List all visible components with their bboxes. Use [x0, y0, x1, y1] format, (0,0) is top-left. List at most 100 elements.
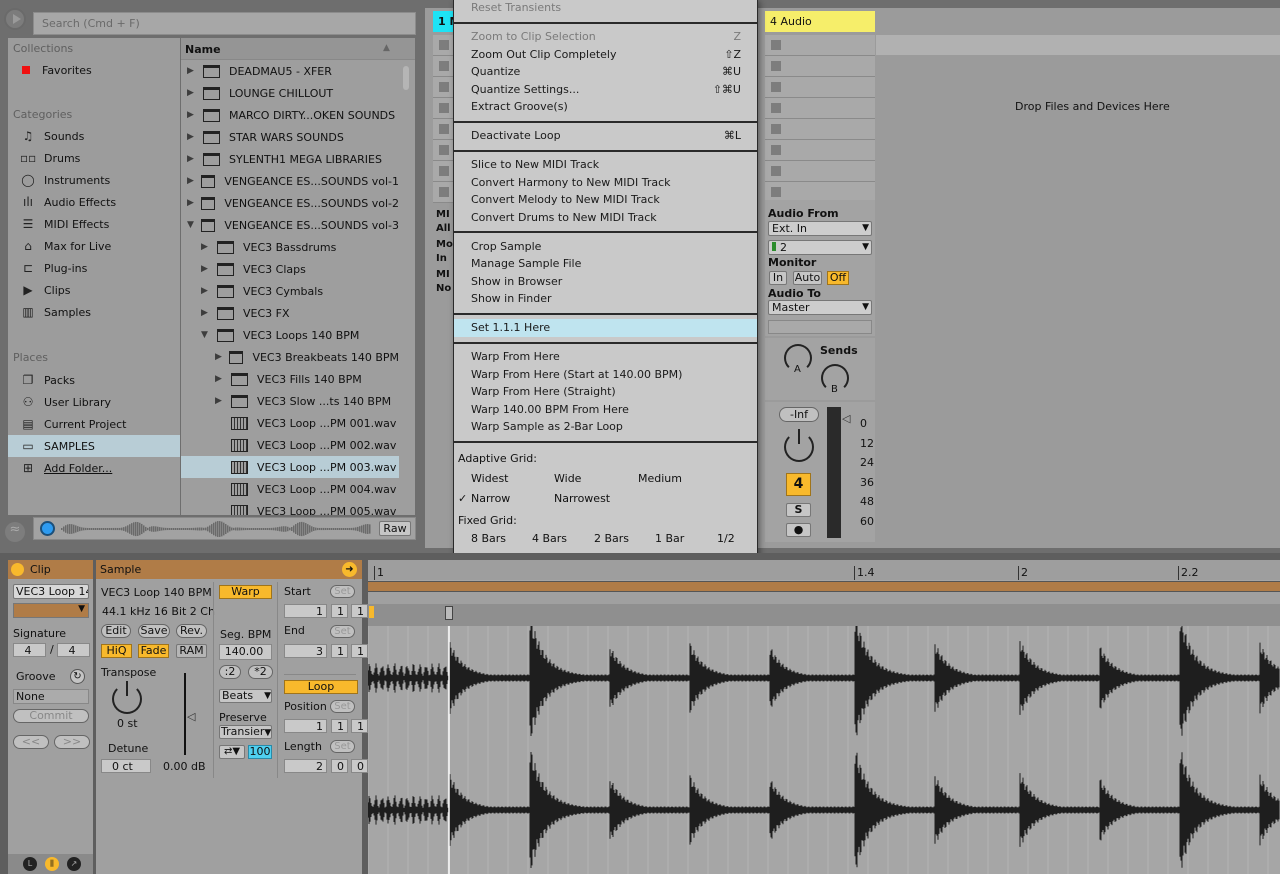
clip-stop-icon[interactable]: [439, 166, 449, 176]
grid-option[interactable]: Widest: [471, 469, 509, 489]
track-activator-button[interactable]: 4: [786, 473, 811, 496]
pos-field-2[interactable]: 1: [351, 719, 368, 733]
clip-slot[interactable]: [765, 56, 875, 77]
expand-icon[interactable]: ▶: [187, 66, 199, 76]
sidebar-item-plug-ins[interactable]: ⊏ Plug-ins: [8, 257, 116, 279]
clip-slot[interactable]: [765, 140, 875, 161]
sidebar-item-user-library[interactable]: ⚇ User Library: [8, 391, 180, 413]
collapse-icon[interactable]: ▼: [187, 220, 197, 230]
volume-slider-handle[interactable]: ◁: [842, 412, 850, 425]
length-set-button[interactable]: Set: [330, 740, 355, 753]
monitor-off-button[interactable]: Off: [827, 271, 849, 285]
menu-item-slice-to-new-midi-track[interactable]: Slice to New MIDI Track: [454, 156, 757, 174]
browser-toggle-button[interactable]: [4, 8, 26, 30]
audio-from-select[interactable]: Ext. In ▼: [768, 221, 872, 236]
folder-item[interactable]: ▶ VEC3 Fills 140 BPM: [181, 368, 399, 390]
clip-slot[interactable]: [765, 35, 875, 56]
warp-mode-select[interactable]: Beats ▼: [219, 689, 272, 703]
folder-item[interactable]: ▶ VEC3 Cymbals: [181, 280, 399, 302]
clip-stop-icon[interactable]: [439, 82, 449, 92]
menu-item-warp-from-here-straight[interactable]: Warp From Here (Straight): [454, 383, 757, 401]
headphones-icon[interactable]: [40, 521, 55, 536]
reverse-button[interactable]: Rev.: [176, 624, 207, 638]
gain-slider[interactable]: [184, 673, 186, 755]
menu-item-convert-harmony-to-new-midi-track[interactable]: Convert Harmony to New MIDI Track: [454, 174, 757, 192]
menu-item-set-1-1-1-here[interactable]: Set 1.1.1 Here: [454, 319, 757, 337]
folder-item[interactable]: ▶ VEC3 FX: [181, 302, 399, 324]
menu-item-zoom-out-clip-completely[interactable]: Zoom Out Clip Completely ⇧Z: [454, 46, 757, 64]
volume-field[interactable]: -Inf: [779, 407, 819, 422]
start-field-0[interactable]: 1: [284, 604, 327, 618]
nudge-back-button[interactable]: <<: [13, 735, 49, 749]
pos-field-1[interactable]: 1: [331, 719, 348, 733]
expand-icon[interactable]: ▶: [201, 286, 213, 296]
signature-numerator[interactable]: 4: [13, 643, 46, 657]
clip-name-field[interactable]: VEC3 Loop 14: [13, 584, 89, 599]
clip-slot[interactable]: [433, 56, 455, 77]
grid-option[interactable]: Wide: [554, 469, 581, 489]
gain-slider-handle[interactable]: ◁: [187, 710, 195, 723]
clip-slot[interactable]: [765, 77, 875, 98]
expand-icon[interactable]: ▶: [187, 198, 197, 208]
start-field-1[interactable]: 1: [331, 604, 348, 618]
warp-marker-lane[interactable]: [368, 604, 1280, 626]
clip-stop-icon[interactable]: [771, 82, 781, 92]
menu-item-show-in-browser[interactable]: Show in Browser: [454, 273, 757, 291]
clip-stop-icon[interactable]: [439, 103, 449, 113]
track-1-header[interactable]: 1 M: [433, 11, 455, 32]
groove-select[interactable]: None: [13, 689, 89, 704]
commit-button[interactable]: Commit: [13, 709, 89, 723]
folder-item[interactable]: ▶ MARCO DIRTY...OKEN SOUNDS: [181, 104, 399, 126]
start-set-button[interactable]: Set: [330, 585, 355, 598]
envelope-toggle-icon[interactable]: ↗: [67, 857, 81, 871]
clip-stop-icon[interactable]: [439, 61, 449, 71]
file-item[interactable]: VEC3 Loop ...PM 001.wav: [181, 412, 399, 434]
clip-color-select[interactable]: ▼: [13, 603, 89, 618]
grid-option[interactable]: Narrowest: [554, 489, 610, 509]
position-set-button[interactable]: Set: [330, 700, 355, 713]
expand-icon[interactable]: ▶: [215, 352, 225, 362]
menu-item-convert-drums-to-new-midi-track[interactable]: Convert Drums to New MIDI Track: [454, 209, 757, 227]
hot-swap-icon[interactable]: ≈: [5, 522, 25, 542]
folder-item[interactable]: ▼ VEC3 Loops 140 BPM: [181, 324, 399, 346]
signature-denominator[interactable]: 4: [57, 643, 90, 657]
folder-item[interactable]: ▶ VENGEANCE ES...SOUNDS vol-2: [181, 192, 399, 214]
sidebar-item-clips[interactable]: ▶ Clips: [8, 279, 116, 301]
empty-field[interactable]: [768, 320, 872, 334]
folder-item[interactable]: ▶ VEC3 Breakbeats 140 BPM: [181, 346, 399, 368]
expand-icon[interactable]: ▶: [187, 110, 199, 120]
loop-button[interactable]: Loop: [284, 680, 358, 694]
nudge-forward-button[interactable]: >>: [54, 735, 90, 749]
monitor-in-button[interactable]: In: [769, 271, 787, 285]
menu-item-quantize-settings[interactable]: Quantize Settings... ⇧⌘U: [454, 81, 757, 99]
scrollbar[interactable]: [403, 66, 409, 90]
loop-brace[interactable]: [368, 581, 1280, 592]
preserve-select[interactable]: Transier▼: [219, 725, 272, 739]
column-header-name[interactable]: Name ▲: [181, 38, 415, 60]
len-field-2[interactable]: 0: [351, 759, 368, 773]
expand-icon[interactable]: ▶: [215, 396, 227, 406]
file-item[interactable]: VEC3 Loop ...PM 004.wav: [181, 478, 399, 500]
seg-bpm-field[interactable]: 140.00: [219, 644, 272, 660]
arm-record-button[interactable]: ●: [786, 523, 811, 537]
sidebar-item-samples[interactable]: ▥ Samples: [8, 301, 116, 323]
end-set-button[interactable]: Set: [330, 625, 355, 638]
sidebar-item-samples[interactable]: ▭ SAMPLES: [8, 435, 180, 457]
sidebar-item-packs[interactable]: ❐ Packs: [8, 369, 180, 391]
search-input[interactable]: Search (Cmd + F): [33, 12, 416, 35]
start-field-2[interactable]: 1: [351, 604, 368, 618]
expand-icon[interactable]: ▶: [201, 308, 213, 318]
len-field-1[interactable]: 0: [331, 759, 348, 773]
menu-item-zoom-to-clip-selection[interactable]: Zoom to Clip Selection Z: [454, 28, 757, 46]
audio-channel-select[interactable]: 2 ▼: [768, 240, 872, 255]
clip-slot[interactable]: [433, 182, 455, 203]
end-field-0[interactable]: 3: [284, 644, 327, 658]
sidebar-item-instruments[interactable]: ◯ Instruments: [8, 169, 116, 191]
warp-button[interactable]: Warp: [219, 585, 272, 599]
collapse-icon[interactable]: ▼: [201, 330, 213, 340]
sidebar-item-drums[interactable]: ▫▫ Drums: [8, 147, 116, 169]
preview-waveform[interactable]: [61, 520, 371, 538]
pos-field-0[interactable]: 1: [284, 719, 327, 733]
clip-slot[interactable]: [433, 35, 455, 56]
grid-option[interactable]: 4 Bars: [532, 529, 567, 549]
